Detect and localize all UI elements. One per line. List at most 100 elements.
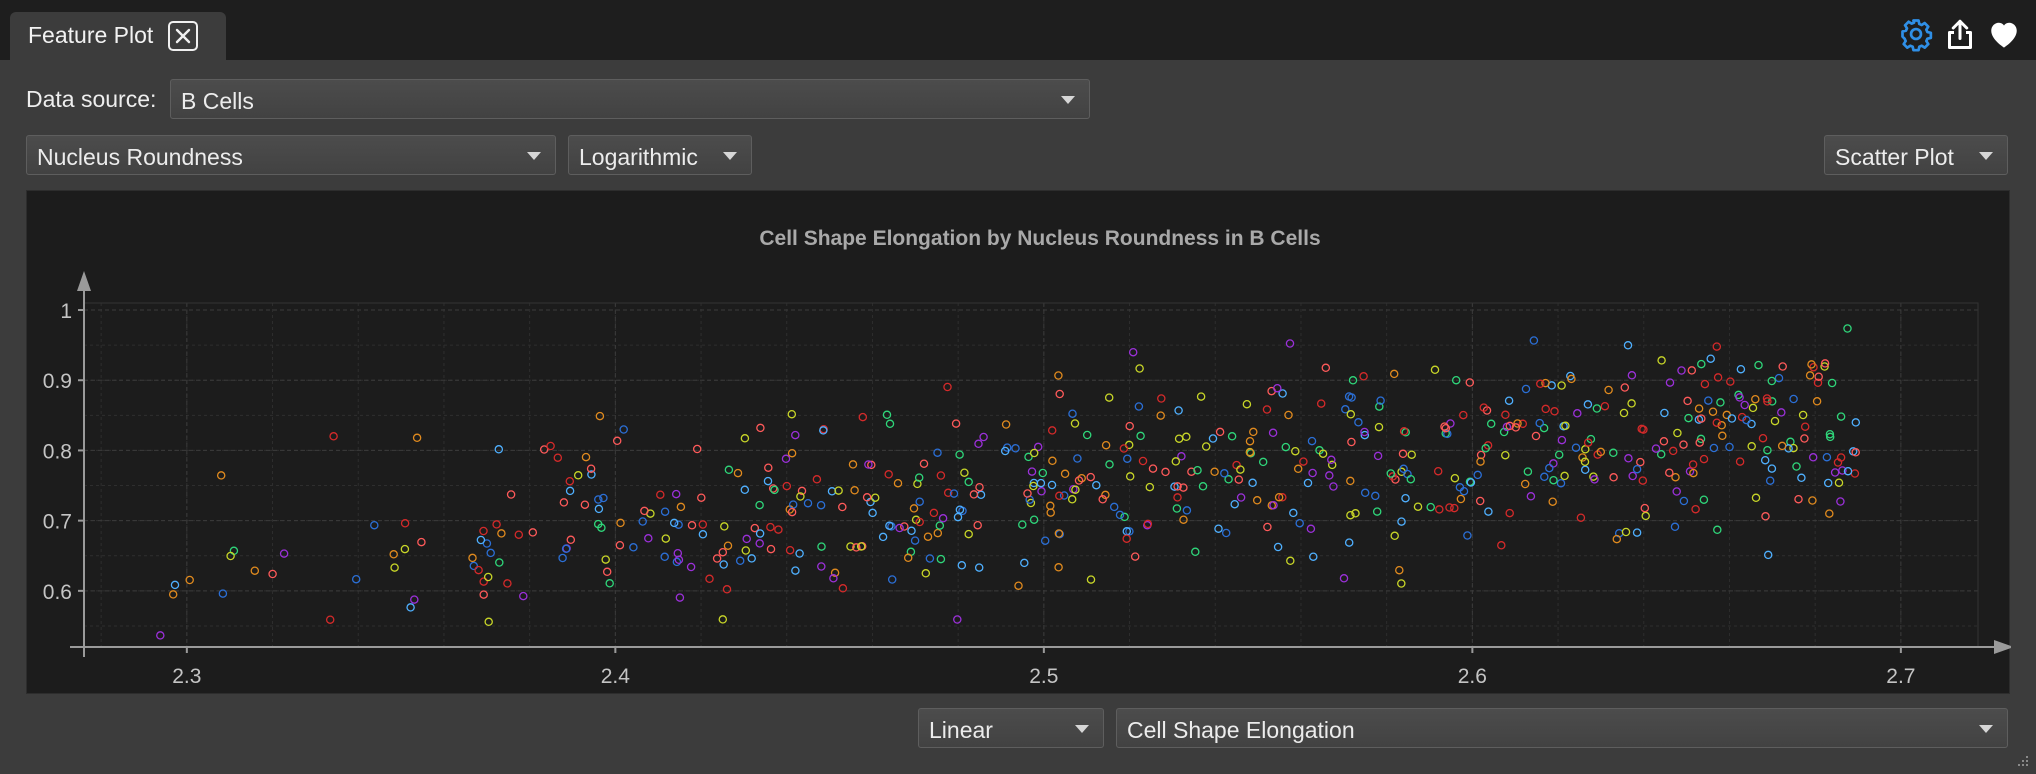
data-point <box>1148 464 1158 473</box>
data-point <box>1583 400 1593 409</box>
data-point <box>1699 454 1709 464</box>
data-point <box>921 569 931 578</box>
y-feature-select[interactable]: Cell Shape Elongation <box>1116 708 2008 748</box>
data-point <box>1683 396 1692 406</box>
data-source-value: B Cells <box>181 88 254 114</box>
data-point <box>469 561 479 571</box>
data-point <box>1109 502 1119 512</box>
data-point <box>763 476 773 486</box>
data-point <box>910 536 920 545</box>
data-point <box>1307 436 1317 446</box>
y-tick-label: 0.7 <box>43 511 72 534</box>
data-point <box>503 579 512 588</box>
data-point <box>565 486 575 496</box>
plot-type-select[interactable]: Scatter Plot <box>1824 135 2008 175</box>
data-point <box>1800 422 1810 431</box>
data-point <box>698 520 708 529</box>
data-point <box>1767 464 1777 473</box>
data-point <box>720 522 729 531</box>
x-tick-label: 2.7 <box>1886 665 1915 688</box>
data-point <box>1182 432 1191 442</box>
data-point <box>1679 496 1689 506</box>
x-feature-select[interactable]: Nucleus Roundness <box>26 135 556 175</box>
data-point <box>935 521 945 530</box>
scatter-plot[interactable]: Cell Shape Elongation by Nucleus Roundne… <box>26 190 2011 694</box>
data-point <box>1548 497 1557 506</box>
x-tick-label: 2.4 <box>601 665 631 688</box>
settings-icon[interactable] <box>1898 16 1934 52</box>
data-point <box>1609 473 1618 482</box>
data-point <box>1060 469 1070 479</box>
data-point <box>1119 444 1129 453</box>
data-point <box>1557 381 1566 390</box>
data-source-label: Data source: <box>26 86 157 112</box>
data-point <box>1104 393 1114 402</box>
data-point <box>474 565 483 575</box>
data-point <box>1735 457 1745 466</box>
data-point <box>1293 464 1303 474</box>
data-point <box>1713 525 1722 535</box>
favorite-heart-icon[interactable] <box>1986 16 2022 52</box>
data-point <box>1046 501 1055 511</box>
close-icon[interactable] <box>168 21 198 51</box>
data-point <box>1822 452 1832 462</box>
data-point <box>1536 379 1545 389</box>
data-point <box>1040 536 1050 545</box>
y-tick-label: 1 <box>60 300 72 323</box>
data-point <box>1456 494 1466 504</box>
data-point <box>755 539 764 548</box>
data-point <box>1808 453 1818 462</box>
data-point <box>1128 347 1138 357</box>
data-point <box>936 554 946 564</box>
resize-grip-icon[interactable] <box>2016 754 2030 768</box>
y-axis-arrow <box>77 271 91 291</box>
data-point <box>781 454 791 464</box>
data-point <box>497 529 506 538</box>
tab-bar: Feature Plot <box>0 0 2036 60</box>
data-point <box>976 490 986 500</box>
data-point <box>1220 469 1229 478</box>
data-point <box>848 460 858 469</box>
data-point <box>885 419 895 429</box>
data-point <box>1281 442 1291 452</box>
x-axis-arrow <box>1994 640 2011 654</box>
data-point <box>923 532 933 541</box>
data-point <box>1105 460 1114 469</box>
tab-feature-plot[interactable]: Feature Plot <box>10 12 226 60</box>
data-point <box>1325 471 1334 480</box>
data-point <box>755 529 765 538</box>
export-icon[interactable] <box>1942 16 1978 52</box>
data-point <box>417 537 426 547</box>
data-point <box>692 444 702 454</box>
data-point <box>1706 354 1715 363</box>
data-point <box>791 430 800 440</box>
data-point <box>740 434 750 443</box>
data-point <box>1716 398 1725 407</box>
data-point <box>1068 409 1077 418</box>
data-point <box>1697 414 1706 423</box>
data-point <box>1210 467 1219 477</box>
data-point <box>723 541 733 550</box>
data-point <box>1760 455 1770 465</box>
data-point <box>764 463 773 472</box>
data-point <box>1268 428 1278 438</box>
data-point <box>1549 475 1558 485</box>
data-source-select[interactable]: B Cells <box>170 79 1090 119</box>
data-point <box>1748 403 1758 413</box>
data-point <box>1196 392 1206 401</box>
data-point <box>1123 454 1132 463</box>
data-point <box>1740 400 1749 410</box>
data-point <box>718 547 728 557</box>
data-point <box>483 572 493 582</box>
data-point <box>957 561 967 570</box>
data-point <box>1627 399 1636 408</box>
x-scale-select[interactable]: Logarithmic <box>568 135 752 175</box>
data-point <box>1433 466 1443 476</box>
y-scale-select[interactable]: Linear <box>918 708 1104 748</box>
data-point <box>1677 366 1686 375</box>
data-point <box>936 471 946 480</box>
data-point <box>675 593 685 602</box>
data-point <box>1374 422 1384 432</box>
data-point <box>1347 437 1356 447</box>
data-point <box>216 471 226 480</box>
